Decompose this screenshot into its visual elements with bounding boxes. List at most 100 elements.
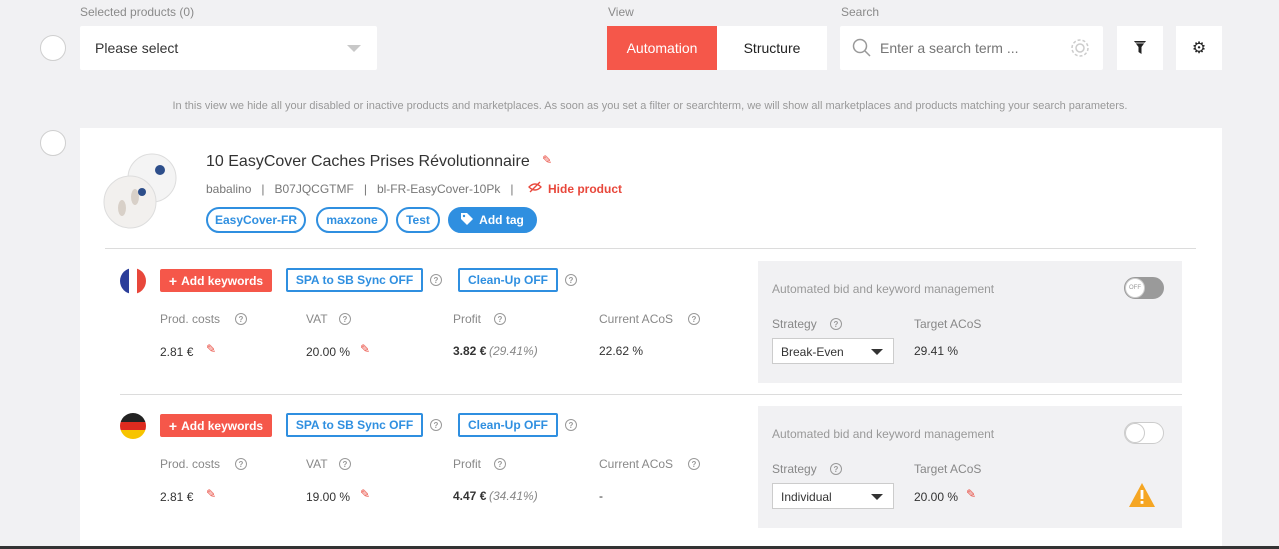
hide-product-link[interactable]: Hide product (528, 181, 622, 196)
add-keywords-label: Add keywords (181, 418, 264, 433)
help-icon[interactable]: ? (235, 313, 247, 325)
prod-costs-value: 2.81 € (160, 345, 194, 359)
edit-target-acos-icon[interactable]: ✎ (966, 487, 976, 501)
strategy-value: Break-Even (781, 345, 844, 359)
view-automation-button[interactable]: Automation (607, 26, 717, 70)
vat-header: VAT (306, 457, 328, 471)
vat-header: VAT (306, 312, 328, 326)
product-image (102, 152, 182, 234)
automation-panel: Automated bid and keyword management OFF… (758, 261, 1182, 383)
edit-prod-costs-icon[interactable]: ✎ (206, 487, 216, 501)
help-icon[interactable]: ? (430, 274, 442, 286)
product-meta: babalino | B07JQCGTMF | bl-FR-EasyCover-… (206, 182, 513, 196)
vat-value: 19.00 % (306, 490, 351, 504)
divider (105, 248, 1196, 249)
product-sku: bl-FR-EasyCover-10Pk (376, 182, 501, 196)
help-icon[interactable]: ? (688, 458, 700, 470)
strategy-header: Strategy (772, 462, 817, 476)
automation-title: Automated bid and keyword management (772, 282, 995, 296)
search-label: Search (841, 5, 880, 19)
search-settings-icon[interactable] (1070, 38, 1090, 63)
chevron-down-icon (871, 494, 883, 500)
prod-costs-value: 2.81 € (160, 490, 194, 504)
divider (120, 394, 1182, 395)
search-box (840, 26, 1103, 70)
product-title: 10 EasyCover Caches Prises Révolutionnai… (206, 153, 530, 170)
automation-toggle[interactable]: OFF (1124, 277, 1164, 299)
help-icon[interactable]: ? (565, 274, 577, 286)
product-select-radio[interactable] (40, 130, 66, 156)
edit-vat-icon[interactable]: ✎ (360, 342, 370, 356)
spa-sync-button[interactable]: SPA to SB Sync OFF (286, 413, 423, 437)
toggle-knob: OFF (1125, 278, 1145, 298)
edit-vat-icon[interactable]: ✎ (360, 487, 370, 501)
plus-icon: + (168, 417, 178, 434)
vat-value: 20.00 % (306, 345, 351, 359)
view-label: View (608, 5, 634, 19)
help-icon[interactable]: ? (339, 313, 351, 325)
current-acos-header: Current ACoS (599, 457, 674, 471)
help-icon[interactable]: ? (430, 419, 442, 431)
cleanup-button[interactable]: Clean-Up OFF (458, 268, 558, 292)
select-all-radio[interactable] (40, 35, 66, 61)
selected-products-label: Selected products (0) (80, 5, 195, 19)
strategy-select[interactable]: Break-Even (772, 338, 894, 364)
tag-test[interactable]: Test (396, 207, 440, 233)
warning-icon[interactable] (1128, 482, 1156, 513)
flag-germany-icon (120, 413, 146, 439)
toggle-knob (1125, 423, 1145, 443)
target-acos-value: 29.41 % (914, 344, 959, 358)
help-icon[interactable]: ? (235, 458, 247, 470)
profit-value: 3.82 € (453, 344, 487, 358)
search-input[interactable] (880, 37, 1060, 59)
target-acos-header: Target ACoS (914, 462, 982, 476)
filter-icon (1134, 41, 1146, 54)
add-keywords-button[interactable]: + Add keywords (160, 269, 272, 292)
tag-icon (461, 212, 474, 228)
product-select-value: Please select (95, 40, 179, 56)
strategy-header: Strategy (772, 317, 817, 331)
tag-easycover-fr[interactable]: EasyCover-FR (206, 207, 306, 233)
divider: | (261, 182, 265, 196)
profit-header: Profit (453, 312, 482, 326)
help-icon[interactable]: ? (830, 318, 842, 330)
plus-icon: + (168, 272, 178, 289)
automation-toggle[interactable] (1124, 422, 1164, 444)
settings-button[interactable]: ⚙ (1176, 26, 1222, 70)
add-keywords-button[interactable]: + Add keywords (160, 414, 272, 437)
help-icon[interactable]: ? (688, 313, 700, 325)
product-asin: B07JQCGTMF (274, 182, 354, 196)
eye-slash-icon (528, 181, 542, 196)
cleanup-button[interactable]: Clean-Up OFF (458, 413, 558, 437)
help-icon[interactable]: ? (565, 419, 577, 431)
info-text: In this view we hide all your disabled o… (172, 100, 1128, 112)
chevron-down-icon (347, 45, 361, 52)
automation-title: Automated bid and keyword management (772, 427, 995, 441)
current-acos-header: Current ACoS (599, 312, 674, 326)
strategy-value: Individual (781, 490, 832, 504)
add-keywords-label: Add keywords (181, 273, 264, 288)
strategy-select[interactable]: Individual (772, 483, 894, 509)
hide-product-label: Hide product (548, 181, 622, 196)
edit-prod-costs-icon[interactable]: ✎ (206, 342, 216, 356)
help-icon[interactable]: ? (494, 313, 506, 325)
spa-sync-button[interactable]: SPA to SB Sync OFF (286, 268, 423, 292)
current-acos-value: - (599, 489, 603, 503)
help-icon[interactable]: ? (830, 463, 842, 475)
tag-maxzone[interactable]: maxzone (316, 207, 388, 233)
view-structure-button[interactable]: Structure (717, 26, 827, 70)
add-tag-button[interactable]: Add tag (448, 207, 537, 233)
gear-icon: ⚙ (1191, 40, 1207, 57)
flag-france-icon (120, 268, 146, 294)
prod-costs-header: Prod. costs (160, 457, 221, 471)
help-icon[interactable]: ? (339, 458, 351, 470)
add-tag-label: Add tag (479, 213, 524, 227)
profit-value: 4.47 € (453, 489, 487, 503)
edit-title-icon[interactable]: ✎ (542, 153, 552, 167)
help-icon[interactable]: ? (494, 458, 506, 470)
automation-panel: Automated bid and keyword management Str… (758, 406, 1182, 528)
filter-button[interactable] (1117, 26, 1163, 70)
current-acos-value: 22.62 % (599, 344, 644, 358)
product-select[interactable]: Please select (80, 26, 377, 70)
product-brand: babalino (206, 182, 252, 196)
